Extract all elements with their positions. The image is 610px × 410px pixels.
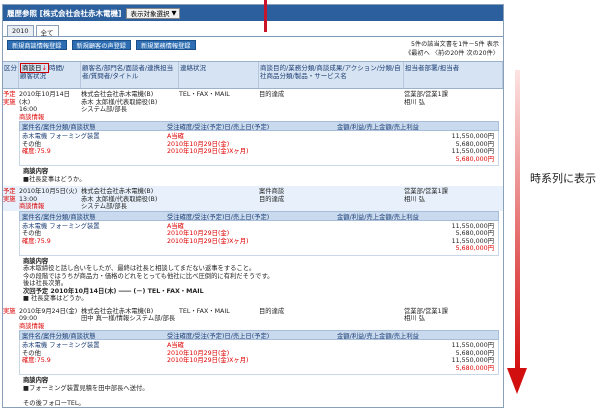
new-voice-button[interactable]: 新規顧客の声登録 bbox=[71, 40, 131, 50]
new-deal-button[interactable]: 新規商談情報登録 bbox=[7, 40, 67, 50]
timeline-arrow-shaft bbox=[515, 70, 520, 370]
record-row[interactable]: 予定 実施 2010年10月14日(木) 16:00 商談情報 株式会社会社赤木電機… bbox=[3, 89, 503, 121]
deal-row[interactable]: 赤木電機 フォーミング装置 その他 確度:75.9 A当確 2010年10月29日(金… bbox=[19, 340, 499, 375]
record-kubun: 予定 実施 bbox=[3, 188, 16, 203]
record-customer[interactable]: 株式会社会社赤木電機(B) 赤木 太郎様/代表取締役(B) システム部/部長 bbox=[81, 91, 179, 121]
record-row[interactable]: 実施 2010年9月24日(金) 09:00 商談情報 株式会社会社赤木電機(B) 田… bbox=[3, 306, 503, 331]
result-count: 5件の該当文書を1件－5件 表示 bbox=[410, 41, 499, 48]
sort-down-icon: ↓ bbox=[41, 64, 47, 72]
record-row[interactable]: 予定 実施 2010年10月5日(火) 13:00 商談情報 株式会社会社赤木電機(… bbox=[3, 186, 503, 211]
display-select-button[interactable]: 表示対象選択 ▼ bbox=[126, 7, 181, 19]
tab-2010[interactable]: 2010 bbox=[7, 25, 34, 36]
header-date[interactable]: 商談日↓ 時間/顧客状況 bbox=[19, 62, 81, 88]
record-customer[interactable]: 株式会社会社赤木電機(B) 田中 真一様/情報システム部/部長 bbox=[81, 308, 179, 331]
deal-row[interactable]: 赤木電機 フォーミング装置 その他 確度:75.9 A当確 2010年10月29日(金… bbox=[19, 131, 499, 166]
record-dept: 営業部/営業1課 相川 弘 bbox=[404, 91, 448, 106]
deal-subtable: 案件名/案件分類/商談状態 受注確度/受注(予定)日/売上日(予定) 金額/利益/売… bbox=[19, 121, 499, 166]
toolbar: 新規商談情報登録 新規顧客の声登録 新規業務情報登録 5件の該当文書を1件－5件… bbox=[3, 37, 503, 61]
history-window: 履歴参照 [株式会社会社赤木電機] 表示対象選択 ▼ 2010 全て 新規商談情報… bbox=[2, 4, 504, 408]
header-purpose: 商談目的/業務分類/商談成果/アクション/分類/自社商品分類/製品・サービス名 bbox=[259, 62, 404, 88]
new-business-button[interactable]: 新規業務情報登録 bbox=[136, 40, 196, 50]
header-means: 連絡状況 bbox=[179, 62, 259, 88]
record-dept: 営業部/営業1課 相川 弘 bbox=[404, 307, 448, 323]
header-dept: 担当者部署/担当者 bbox=[404, 62, 503, 88]
record-purpose: 目的達成 bbox=[259, 91, 285, 98]
deal-row[interactable]: 赤木電機 フォーミング装置 その他 確度:75.9 A当確 2010年10月29日(金… bbox=[19, 220, 499, 256]
record-date: 2010年10月14日(木) 16:00 商談情報 bbox=[19, 91, 70, 121]
record-dept: 営業部/営業1課 相川 弘 bbox=[404, 188, 448, 203]
pager-nav[interactable]: 《最初へ 〈前の20件 次の20件〉 bbox=[405, 49, 499, 58]
record-purpose: 目的達成 bbox=[259, 307, 285, 315]
deal-subtable: 案件名/案件分類/商談状態 受注確度/受注(予定)日/売上日(予定) 金額/利益/売… bbox=[19, 210, 499, 256]
deal-subtable: 案件名/案件分類/商談状態 受注確度/受注(予定)日/売上日(予定) 金額/利益/売… bbox=[19, 330, 499, 375]
tab-bar: 2010 全て bbox=[3, 21, 503, 37]
record-notes: 商談内容 ■フォーミング装置見積を田中部長へ送付。 その後フォローTEL。 bbox=[23, 377, 149, 407]
subtable-header: 案件名/案件分類/商談状態 受注確度/受注(予定)日/売上日(予定) 金額/利益/売… bbox=[19, 121, 499, 131]
triangle-down-icon: ▼ bbox=[171, 9, 177, 17]
record-means: TEL・FAX・MAIL bbox=[179, 307, 230, 315]
table-header: 区分 商談日↓ 時間/顧客状況 顧客名/部門名/面談者/連携担当者/質問者/タイト… bbox=[3, 61, 503, 89]
record-notes: 商談内容 赤木取締役と話し合いをしたが、最終は社長と相談してまだない返事をするこ… bbox=[23, 257, 274, 303]
record-purpose: 案件商談 目的達成 bbox=[259, 188, 285, 203]
header-customer: 顧客名/部門名/面談者/連携担当者/質問者/タイトル bbox=[81, 62, 179, 88]
pager: 5件の該当文書を1件－5件 表示 《最初へ 〈前の20件 次の20件〉 bbox=[405, 40, 499, 58]
record-date: 2010年10月5日(火) 13:00 商談情報 bbox=[19, 188, 78, 210]
arrow-down-icon bbox=[507, 368, 527, 394]
pointer-line bbox=[264, 0, 267, 32]
record-kubun: 実施 bbox=[3, 307, 16, 315]
subtable-header: 案件名/案件分類/商談状態 受注確度/受注(予定)日/売上日(予定) 金額/利益/売… bbox=[19, 330, 499, 340]
record-notes: 商談内容 ■社長変事はどうか。 bbox=[23, 168, 86, 183]
record-means bbox=[179, 188, 259, 211]
title-bar: 履歴参照 [株式会社会社赤木電機] 表示対象選択 ▼ bbox=[3, 5, 503, 21]
tab-all[interactable]: 全て bbox=[35, 25, 59, 37]
record-kubun: 予定 実施 bbox=[3, 91, 16, 106]
header-kubun: 区分 bbox=[3, 62, 19, 88]
record-customer[interactable]: 株式会社会社赤木電機(B) 赤木 太郎様/代表取締役(B) システム部/部長 bbox=[81, 188, 179, 211]
subtable-header: 案件名/案件分類/商談状態 受注確度/受注(予定)日/売上日(予定) 金額/利益/売… bbox=[19, 210, 499, 221]
record-date: 2010年9月24日(金) 09:00 商談情報 bbox=[19, 307, 78, 330]
window-title: 履歴参照 [株式会社会社赤木電機] bbox=[7, 8, 122, 18]
chronological-label: 時系列に表示 bbox=[530, 172, 596, 185]
record-means: TEL・FAX・MAIL bbox=[179, 91, 230, 98]
